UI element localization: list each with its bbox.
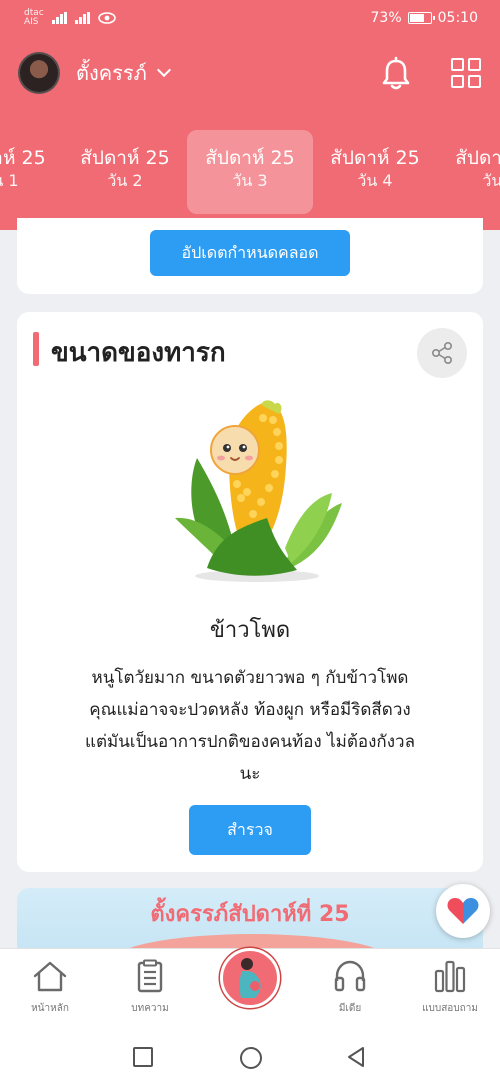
headphones-icon: [334, 960, 366, 992]
eye-icon: [97, 12, 116, 24]
heart-icon: [447, 898, 479, 924]
tab-week-day-3[interactable]: สัปดาห์ 25 วัน 3: [187, 130, 313, 214]
back-icon[interactable]: [345, 1046, 367, 1068]
banner-title: ตั้งครรภ์สัปดาห์ที่ 25: [150, 902, 350, 927]
due-date-card: อัปเดตกำหนดคลอด: [17, 218, 483, 294]
nav-media[interactable]: มีเดีย: [305, 959, 395, 1016]
bell-icon[interactable]: [378, 56, 414, 92]
size-description: หนูโตวัยมาก ขนาดตัวยาวพอ ๆ กับข้าวโพด คุ…: [43, 662, 457, 790]
description-line: คุณแม่อาจจะปวดหลัง ท้องผูก หรือมีริดสีดว…: [89, 700, 411, 720]
tab-week-label: สัปดาห์ 25: [455, 147, 500, 169]
nav-label: หน้าหลัก: [31, 1003, 69, 1014]
tab-week-label: สัปดาห์ 25: [0, 147, 46, 169]
update-due-date-button[interactable]: อัปเดตกำหนดคลอด: [150, 230, 350, 276]
nav-pregnancy[interactable]: [220, 948, 280, 1008]
nav-survey[interactable]: แบบสอบถาม: [405, 959, 495, 1016]
description-line: นะ: [239, 764, 261, 784]
battery-percent: 73%: [370, 10, 402, 26]
clock: 05:10: [437, 10, 478, 26]
avatar[interactable]: [18, 52, 60, 94]
tab-day-label: วัน 5: [482, 171, 500, 190]
heart-button[interactable]: [436, 884, 490, 938]
profile-switcher[interactable]: ตั้งครรภ์: [18, 52, 171, 94]
grid-menu-icon[interactable]: [451, 58, 481, 88]
tab-week-day-1[interactable]: สัปดาห์ 25 วัน 1: [0, 130, 64, 214]
tab-week-day-4[interactable]: สัปดาห์ 25 วัน 4: [312, 130, 438, 214]
week-day-tabs: สัปดาห์ 25 วัน 1 สัปดาห์ 25 วัน 2 สัปดาห…: [0, 130, 500, 214]
home-circle-icon[interactable]: [239, 1046, 263, 1070]
tab-day-label: วัน 3: [232, 171, 268, 190]
card-title: ขนาดของทารก: [51, 338, 226, 368]
tab-week-label: สัปดาห์ 25: [330, 147, 420, 169]
tab-day-label: วัน 1: [0, 171, 19, 190]
tab-week-day-5[interactable]: สัปดาห์ 25 วัน 5: [437, 130, 500, 214]
article-icon: [137, 959, 163, 993]
app-header: ตั้งครรภ์ สัปดาห์ 25 วัน 1 สัปดาห์ 25 วั…: [0, 36, 500, 230]
tab-day-label: วัน 2: [107, 171, 143, 190]
pregnancy-icon: [239, 958, 261, 998]
share-button[interactable]: [417, 328, 467, 378]
item-name: ข้าวโพด: [209, 618, 291, 643]
tab-day-label: วัน 4: [357, 171, 393, 190]
battery-fill: [409, 14, 424, 22]
share-icon: [431, 341, 453, 364]
chart-icon: [434, 960, 466, 993]
signal-icon: [51, 12, 67, 24]
status-left: dtac AIS: [24, 9, 116, 27]
recent-apps-icon[interactable]: [132, 1046, 154, 1068]
tab-week-day-2[interactable]: สัปดาห์ 25 วัน 2: [62, 130, 188, 214]
title-accent-bar: [33, 332, 39, 366]
corn-illustration: [175, 400, 342, 582]
chevron-down-icon[interactable]: [156, 62, 171, 78]
signal-icon-2: [74, 12, 90, 24]
battery-icon: [407, 12, 435, 24]
nav-label: มีเดีย: [338, 1003, 362, 1014]
status-right: 73% 05:10: [371, 10, 478, 26]
description-line: หนูโตวัยมาก ขนาดตัวยาวพอ ๆ กับข้าวโพด: [91, 668, 409, 688]
tab-week-label: สัปดาห์ 25: [205, 147, 295, 169]
carrier-line-2: AIS: [24, 17, 39, 27]
explore-button[interactable]: สำรวจ: [189, 805, 311, 855]
carrier-label: dtac AIS: [24, 9, 44, 27]
status-bar: dtac AIS 73% 05:10: [0, 0, 500, 36]
nav-label: แบบสอบถาม: [422, 1003, 478, 1014]
tab-week-label: สัปดาห์ 25: [80, 147, 170, 169]
description-line: แต่มันเป็นอาการปกติของคนท้อง ไม่ต้องกังว…: [84, 732, 415, 752]
nav-label: บทความ: [131, 1003, 169, 1014]
profile-name[interactable]: ตั้งครรภ์: [76, 57, 147, 89]
bottom-nav: หน้าหลัก บทความ มีเดีย แบบสอบถาม: [0, 948, 500, 1028]
baby-size-card: ขนาดของทารก ข้าวโพด หนูโตวัยมาก ขนาดตัวย…: [17, 312, 483, 872]
home-icon: [33, 961, 67, 992]
nav-home[interactable]: หน้าหลัก: [5, 959, 95, 1016]
nav-articles[interactable]: บทความ: [105, 959, 195, 1016]
system-nav-bar: [0, 1028, 500, 1083]
